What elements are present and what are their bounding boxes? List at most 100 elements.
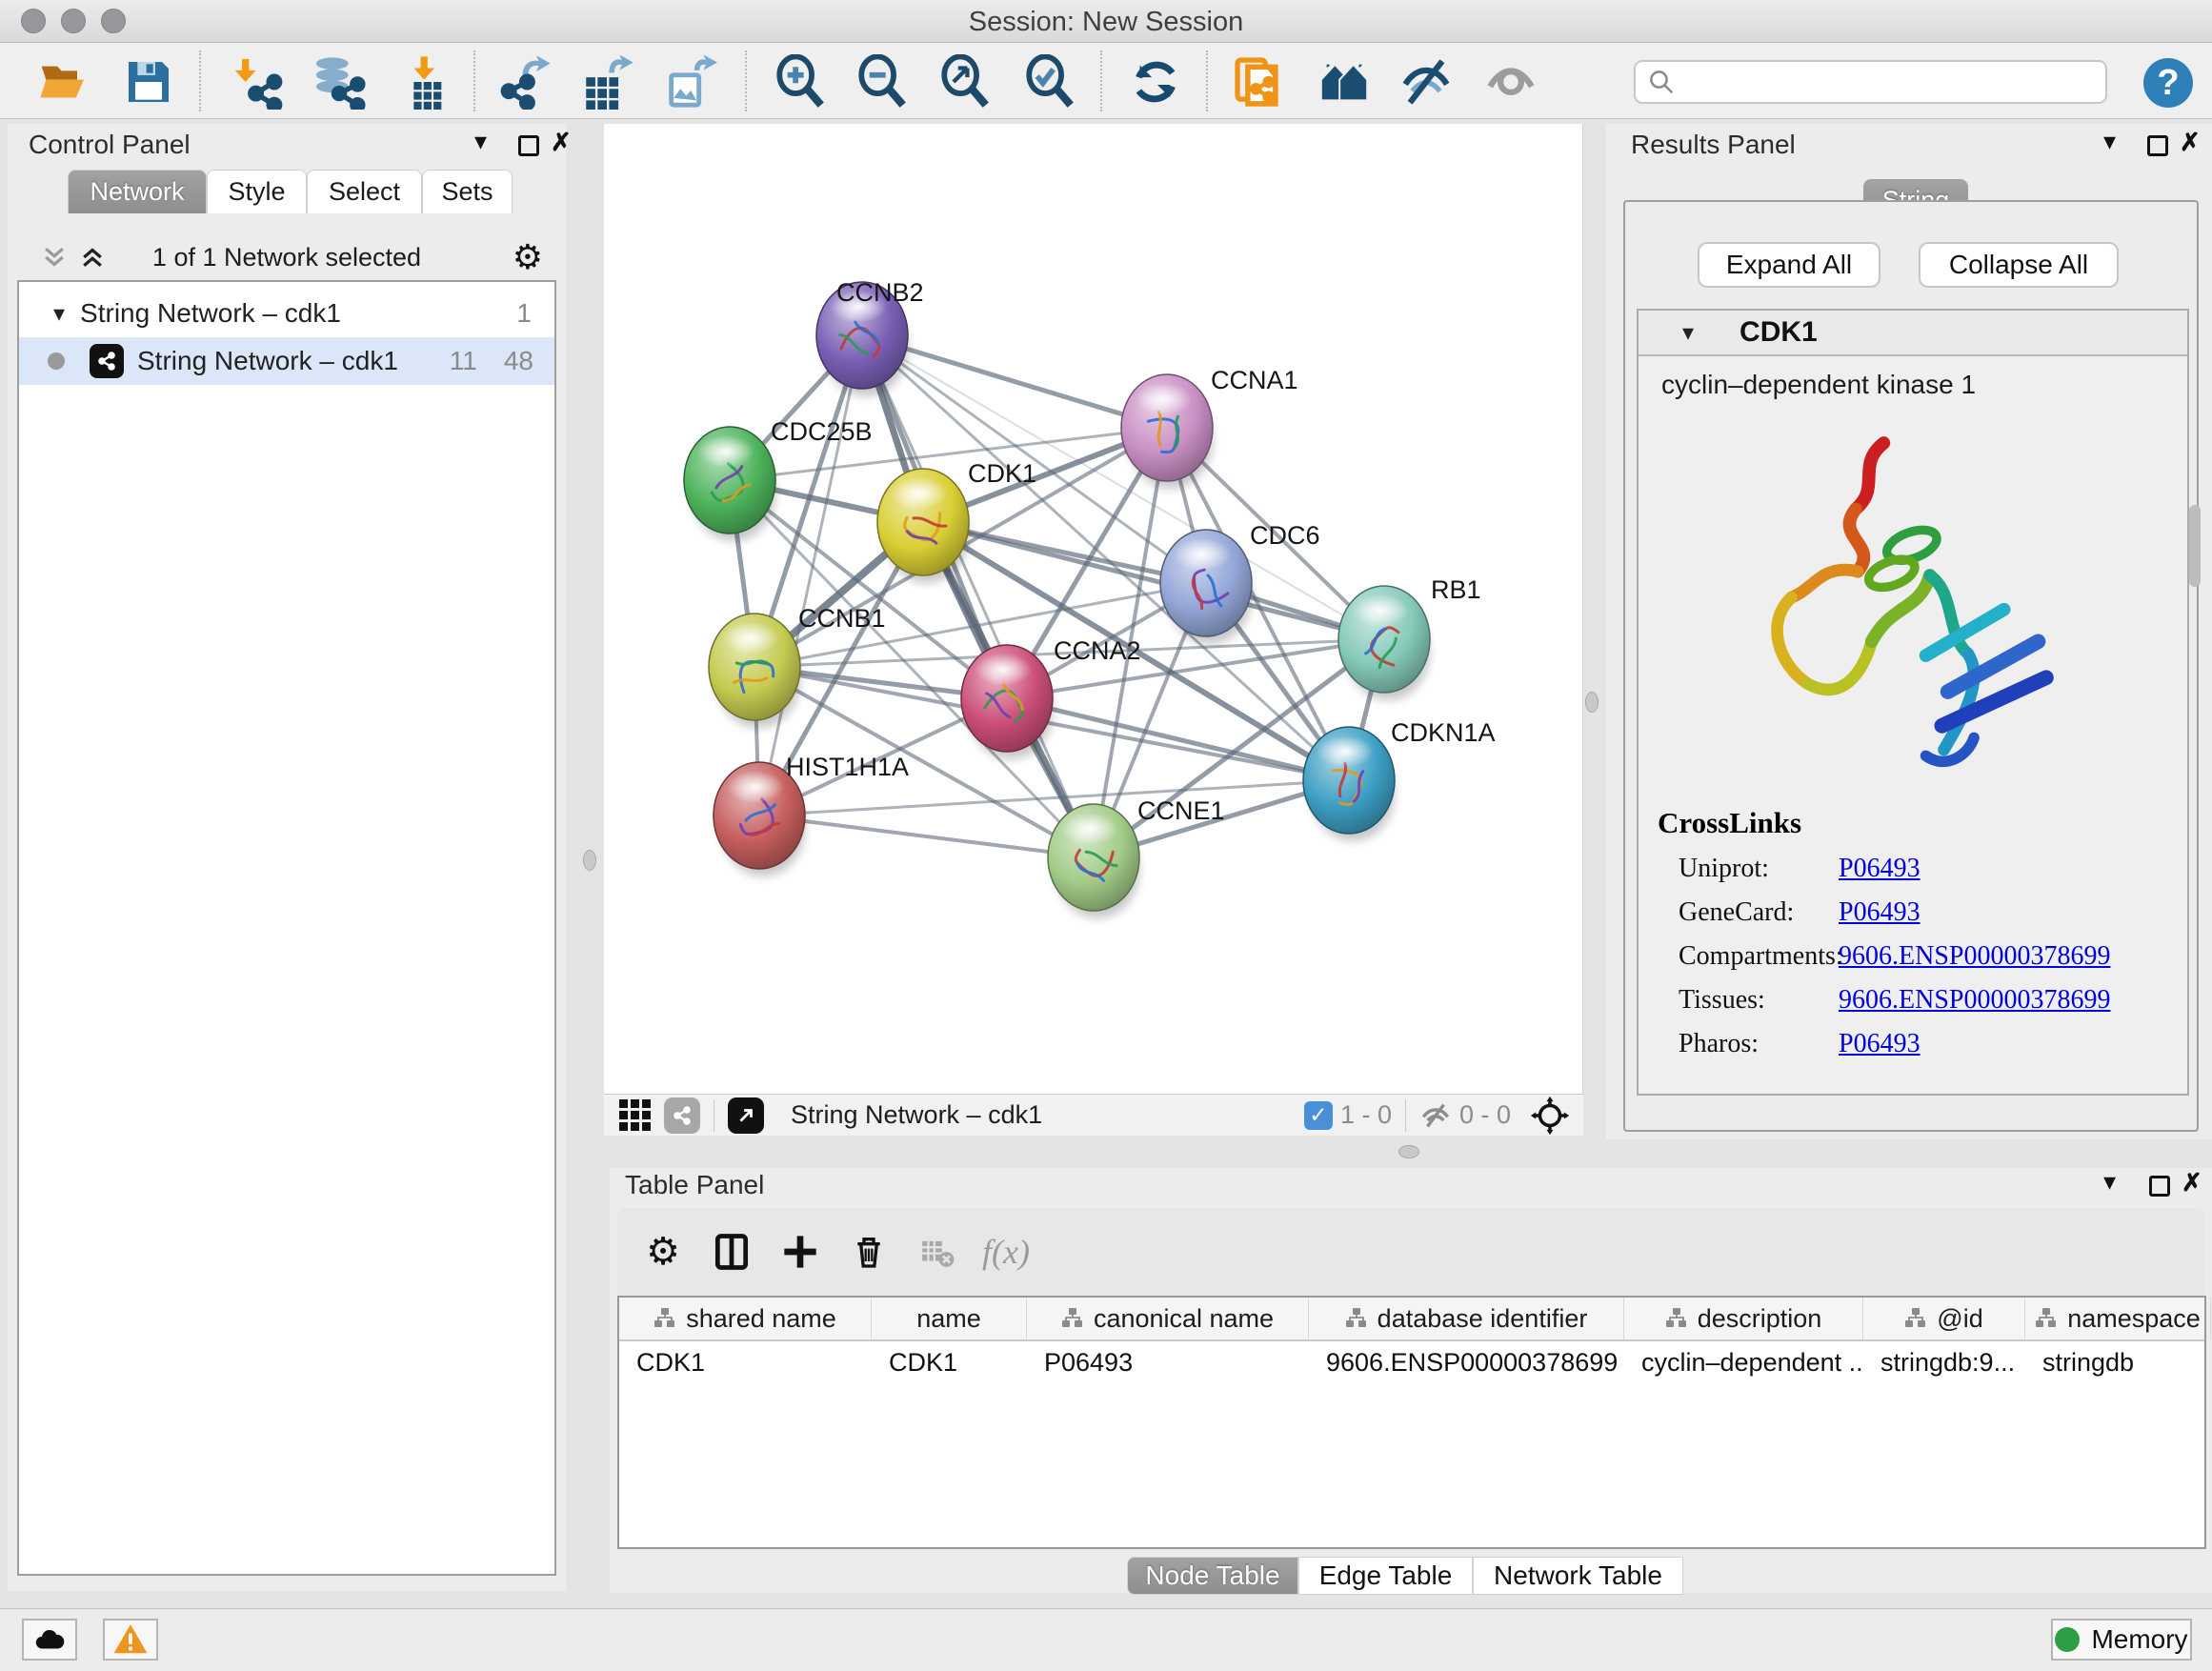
table-cell: 9606.ENSP00000378699 <box>1309 1341 1624 1385</box>
panel-float-icon[interactable] <box>2147 135 2168 156</box>
crosslink-value-link[interactable]: P06493 <box>1839 1029 1920 1059</box>
crosslink-label: GeneCard: <box>1658 897 1839 928</box>
node-label-cdkn1a: CDKN1A <box>1391 718 1496 747</box>
import-table-file-button[interactable] <box>395 54 451 110</box>
panel-float-icon[interactable] <box>518 135 539 156</box>
zoom-selected-button[interactable] <box>1022 54 1077 110</box>
panel-close-icon[interactable]: ✗ <box>551 128 572 157</box>
network-view-toolbar: String Network – cdk1 ✓ 1 - 0 0 - 0 <box>604 1094 1583 1136</box>
panel-float-icon[interactable] <box>2149 1176 2170 1197</box>
import-network-file-button[interactable] <box>231 54 286 110</box>
export-image-button[interactable] <box>662 54 717 110</box>
splitter-handle[interactable] <box>1398 1145 1419 1158</box>
import-network-database-button[interactable] <box>312 54 367 110</box>
node-label-ccnb1: CCNB1 <box>798 604 886 633</box>
crosslink-value-link[interactable]: 9606.ENSP00000378699 <box>1839 941 2110 972</box>
tab-node-table[interactable]: Node Table <box>1127 1557 1298 1595</box>
collapse-all-button[interactable]: Collapse All <box>1919 242 2119 288</box>
grid-mode-icon[interactable] <box>619 1099 651 1131</box>
network-node-hist1h1a[interactable]: HIST1H1A <box>714 753 909 876</box>
zoom-in-button[interactable] <box>773 54 828 110</box>
delete-column-icon[interactable] <box>835 1233 903 1271</box>
gear-icon[interactable]: ⚙ <box>513 238 543 277</box>
column-header-namespace[interactable]: namespace <box>2025 1298 2211 1339</box>
network-list-header: 1 of 1 Network selected ⚙ <box>17 234 556 280</box>
entry-header[interactable]: ▾ CDK1 <box>1639 311 2187 356</box>
add-column-icon[interactable] <box>766 1233 835 1271</box>
network-node-cdk1[interactable]: CDK1 <box>877 459 1036 583</box>
zoom-fit-button[interactable] <box>937 54 993 110</box>
current-network-dot <box>48 352 65 370</box>
eye-icon <box>1483 54 1538 110</box>
tab-sets[interactable]: Sets <box>422 170 513 213</box>
network-row-selected[interactable]: String Network – cdk1 11 48 <box>19 337 554 385</box>
crosslink-row: Tissues:9606.ENSP00000378699 <box>1658 985 2172 1016</box>
column-header-shared-name[interactable]: shared name <box>619 1298 872 1339</box>
column-header-canonical-name[interactable]: canonical name <box>1027 1298 1309 1339</box>
panel-menu-icon[interactable]: ▾ <box>474 128 487 156</box>
entry-expander-icon[interactable]: ▾ <box>1682 319 1694 346</box>
network-node-cdc25b[interactable]: CDC25B <box>684 417 873 541</box>
refresh-icon <box>1129 55 1182 109</box>
open-file-button[interactable] <box>36 54 91 110</box>
table-gear-icon[interactable]: ⚙ <box>629 1230 697 1274</box>
network-node-cdkn1a[interactable]: CDKN1A <box>1303 718 1496 841</box>
column-hierarchy-icon <box>654 1307 676 1330</box>
save-session-button[interactable] <box>121 54 176 110</box>
detach-view-icon[interactable] <box>728 1097 764 1134</box>
export-network-button[interactable] <box>497 54 553 110</box>
panel-close-icon[interactable]: ✗ <box>2182 1168 2202 1198</box>
tab-select[interactable]: Select <box>307 170 422 213</box>
tab-edge-table[interactable]: Edge Table <box>1298 1557 1473 1595</box>
function-builder-icon: f(x) <box>972 1232 1040 1272</box>
node-label-cdc6: CDC6 <box>1250 521 1320 550</box>
show-columns-icon[interactable] <box>697 1231 766 1273</box>
help-button[interactable]: ? <box>2143 58 2193 108</box>
tree-expander-icon[interactable]: ▾ <box>53 300 65 327</box>
control-panel-title: Control Panel <box>29 130 191 160</box>
zoom-out-button[interactable] <box>855 54 910 110</box>
column-header--id[interactable]: @id <box>1863 1298 2025 1339</box>
tab-style[interactable]: Style <box>207 170 307 213</box>
network-collection-row[interactable]: ▾ String Network – cdk1 1 <box>19 290 554 337</box>
network-view-canvas[interactable]: CCNB2CCNA1CDC25BCDK1CDC6RB1CCNB1CCNA2CDK… <box>604 124 1583 1094</box>
crosslink-value-link[interactable]: P06493 <box>1839 897 1920 928</box>
results-panel-title: Results Panel <box>1631 130 1796 160</box>
tab-network-table[interactable]: Network Table <box>1473 1557 1683 1595</box>
export-table-button[interactable] <box>579 54 634 110</box>
show-all-button[interactable] <box>1483 54 1538 110</box>
splitter-handle[interactable] <box>583 850 596 871</box>
memory-button[interactable]: Memory <box>2051 1619 2192 1661</box>
duplicate-network-button[interactable] <box>1232 54 1287 110</box>
network-node-cdc6[interactable]: CDC6 <box>1160 521 1320 644</box>
node-label-ccna2: CCNA2 <box>1054 636 1141 665</box>
hide-selected-button[interactable] <box>1398 54 1454 110</box>
refresh-button[interactable] <box>1128 54 1183 110</box>
crosslink-value-link[interactable]: P06493 <box>1839 854 1920 884</box>
warnings-button[interactable] <box>103 1619 158 1661</box>
expand-all-button[interactable]: Expand All <box>1698 242 1880 288</box>
selected-checkbox-icon[interactable]: ✓ <box>1304 1101 1333 1130</box>
panel-menu-icon[interactable]: ▾ <box>2103 128 2116 156</box>
table-row[interactable]: CDK1CDK1P064939606.ENSP00000378699cyclin… <box>619 1341 2204 1385</box>
first-neighbors-button[interactable] <box>1317 54 1372 110</box>
column-header-name[interactable]: name <box>872 1298 1027 1339</box>
crosslink-label: Tissues: <box>1658 985 1839 1016</box>
tab-network[interactable]: Network <box>68 170 207 213</box>
cloud-button[interactable] <box>22 1619 77 1661</box>
selected-counts: 1 - 0 <box>1340 1100 1392 1130</box>
search-input[interactable] <box>1683 67 2105 98</box>
network-node-ccnb1[interactable]: CCNB1 <box>709 604 886 728</box>
column-header-description[interactable]: description <box>1624 1298 1863 1339</box>
network-node-rb1[interactable]: RB1 <box>1338 575 1481 700</box>
results-scrollbar[interactable] <box>2189 505 2201 587</box>
splitter-handle[interactable] <box>1585 692 1599 713</box>
column-header-database-identifier[interactable]: database identifier <box>1309 1298 1624 1339</box>
network-node-ccne1[interactable]: CCNE1 <box>1048 796 1225 918</box>
network-view-mode-icon[interactable] <box>664 1097 700 1134</box>
birdseye-crosshair-icon[interactable] <box>1530 1096 1570 1136</box>
panel-close-icon[interactable]: ✗ <box>2180 128 2201 157</box>
panel-menu-icon[interactable]: ▾ <box>2103 1168 2116 1197</box>
hidden-eye-slash-icon <box>1419 1099 1452 1132</box>
crosslink-value-link[interactable]: 9606.ENSP00000378699 <box>1839 985 2110 1016</box>
